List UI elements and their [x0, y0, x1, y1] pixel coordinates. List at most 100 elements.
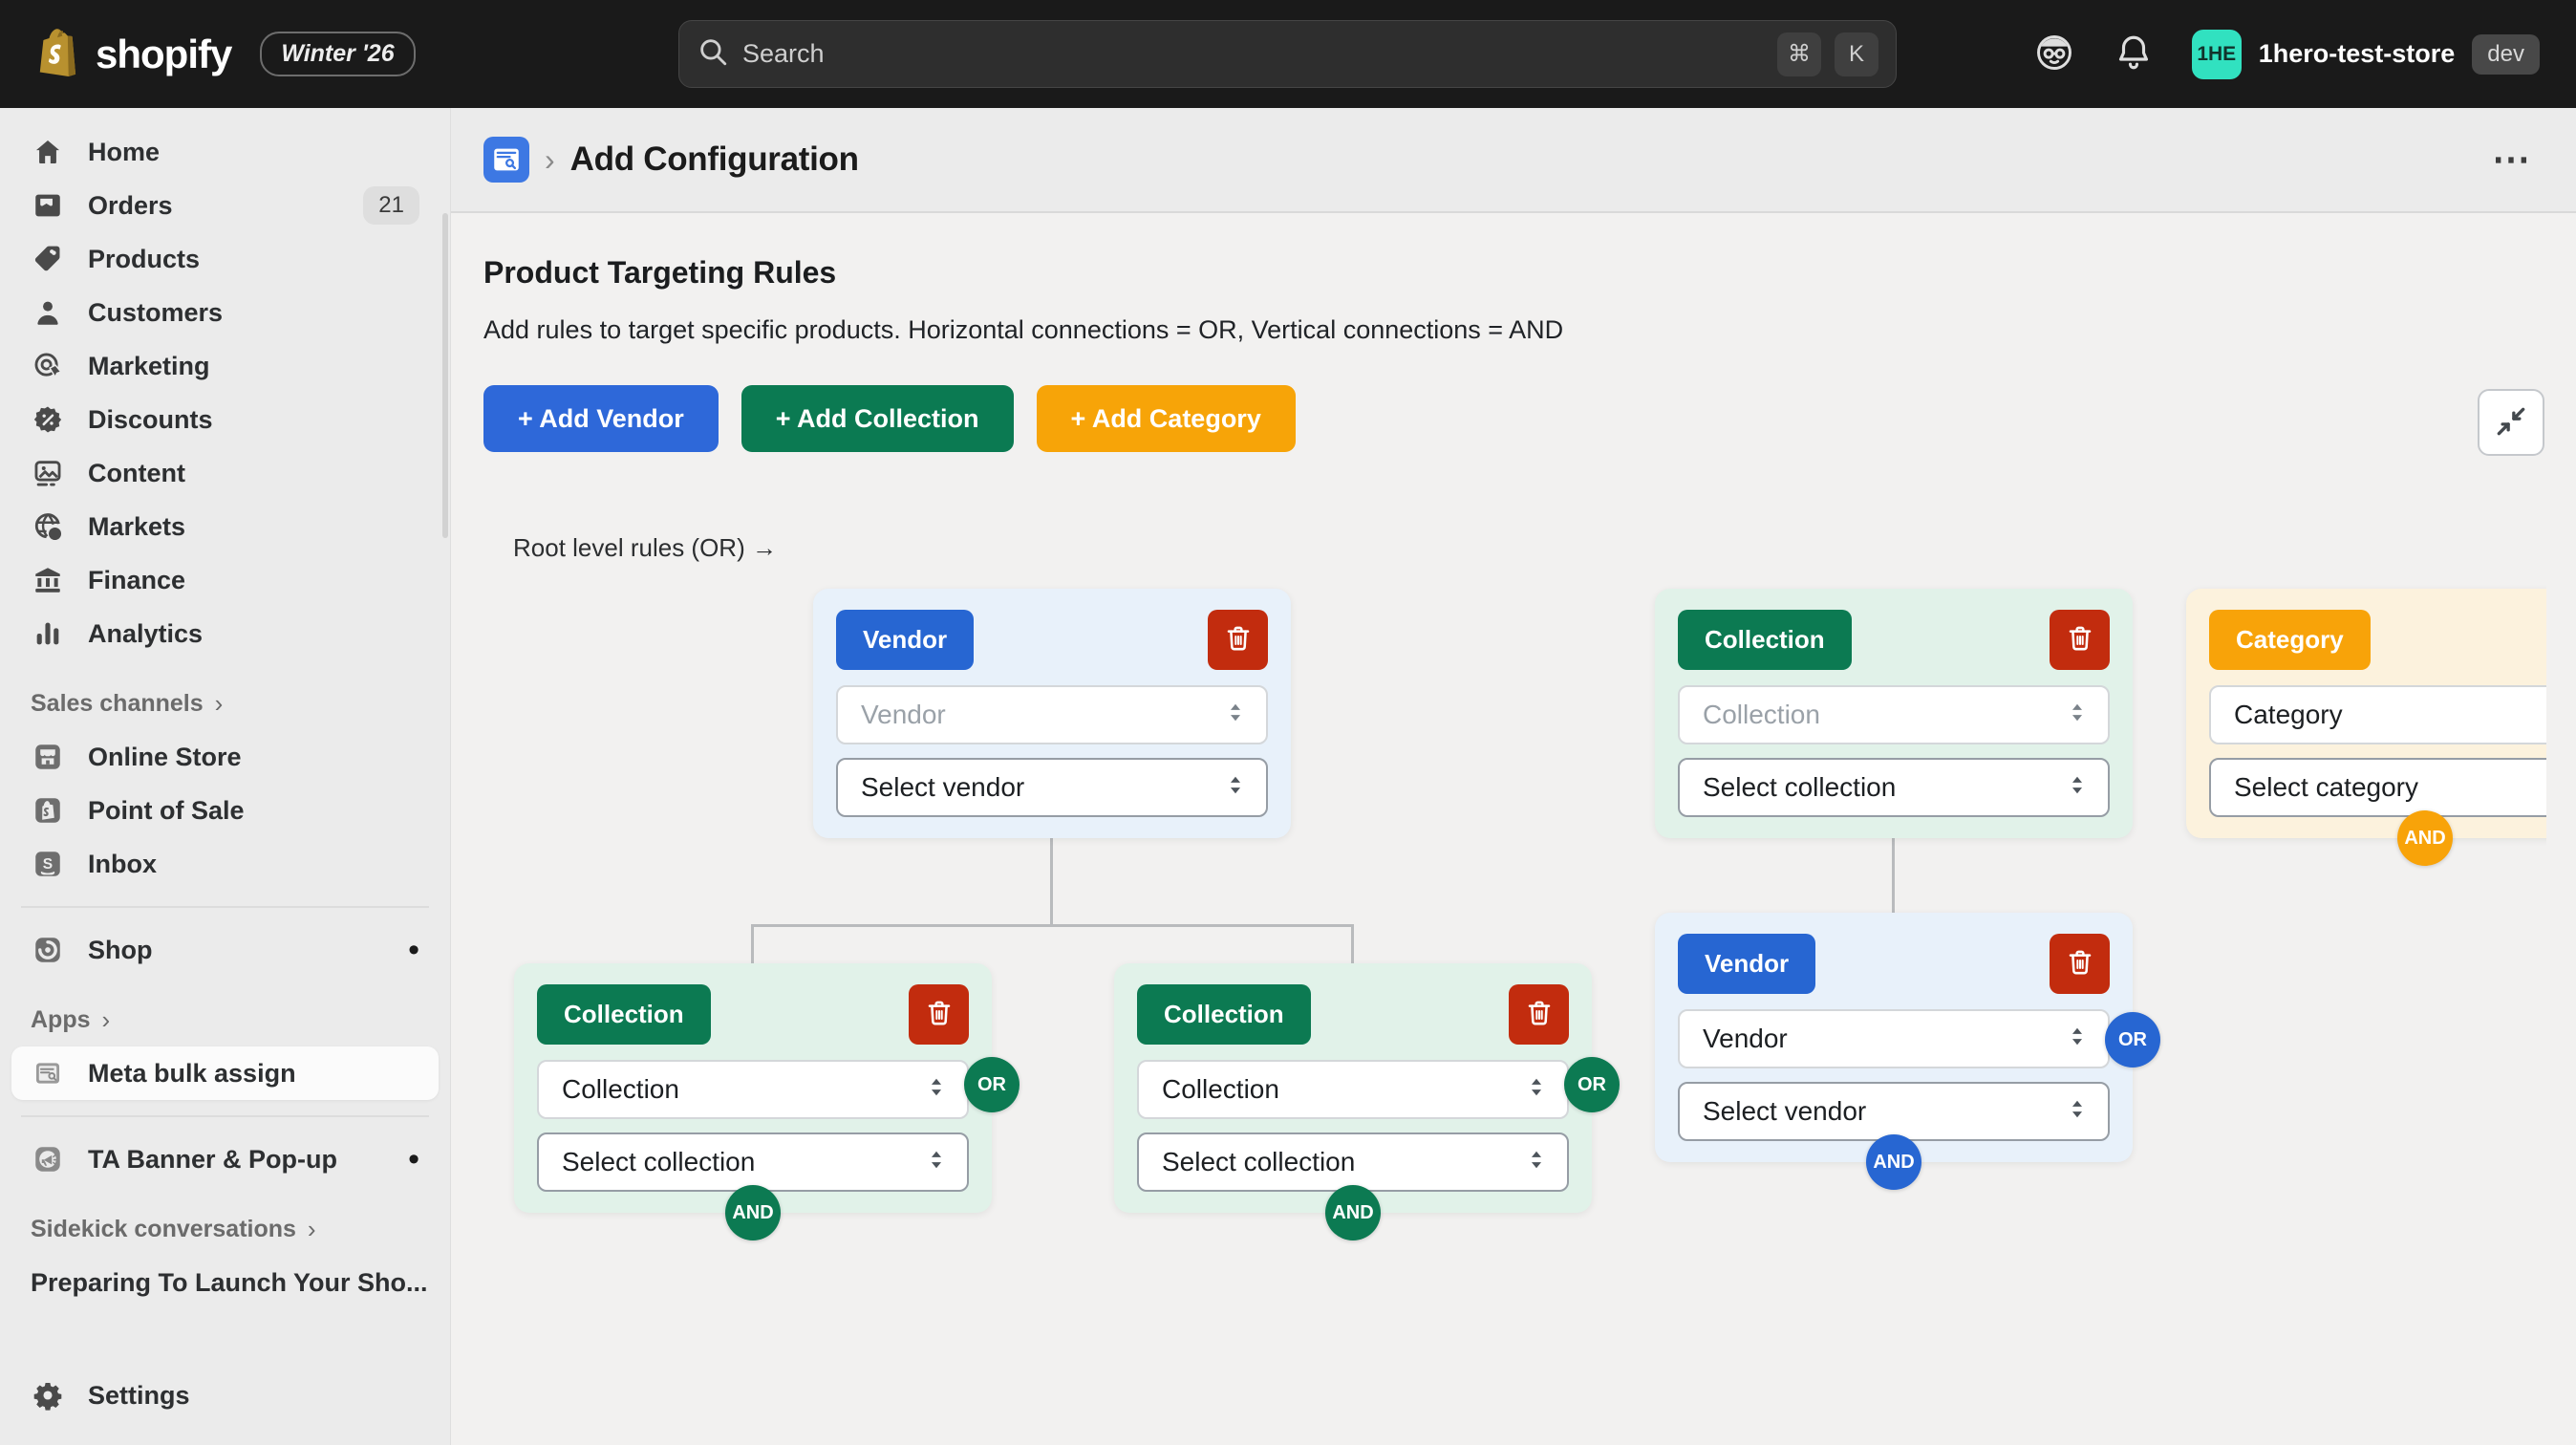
search-input[interactable]: Search ⌘ K [678, 20, 1897, 88]
breadcrumb-chevron: › [545, 142, 555, 178]
chevron-right-icon: › [215, 689, 224, 719]
rule-value-select[interactable]: Select collection [1678, 758, 2110, 817]
rule-field-select[interactable]: Vendor [1678, 1009, 2110, 1068]
orders-icon [31, 189, 65, 222]
trash-icon [924, 998, 955, 1031]
sidebar-item-home[interactable]: Home [11, 125, 439, 179]
rule-value-select[interactable]: Select vendor [1678, 1082, 2110, 1141]
store-menu[interactable]: 1HE 1hero-test-store dev [2192, 30, 2540, 79]
sidebar-scrollbar[interactable] [442, 213, 448, 538]
home-icon [31, 136, 65, 168]
sidebar-item-settings[interactable]: Settings [11, 1369, 439, 1422]
bar-chart-icon [31, 617, 65, 650]
delete-rule-button[interactable] [1208, 610, 1268, 670]
rule-field-select[interactable]: Collection [1137, 1060, 1569, 1119]
meta-bulk-assign-app-icon [31, 1057, 65, 1089]
sidebar-item-online-store[interactable]: Online Store [11, 730, 439, 784]
rule-type-badge: Vendor [1678, 934, 1815, 994]
bell-icon [2114, 32, 2154, 75]
rule-field-select[interactable]: Collection [537, 1060, 969, 1119]
notifications-button[interactable] [2114, 32, 2154, 75]
connector-line [1050, 838, 1053, 925]
or-connector-badge: OR [964, 1057, 1020, 1112]
connector-line [1892, 838, 1895, 916]
rule-card-collection: Collection Collection Select collection [1114, 963, 1592, 1213]
rule-value-select[interactable]: Select vendor [836, 758, 1268, 817]
sidebar-item-content[interactable]: Content [11, 446, 439, 500]
delete-rule-button[interactable] [1509, 984, 1569, 1045]
sidebar-item-inbox[interactable]: S Inbox [11, 837, 439, 891]
sidebar-item-point-of-sale[interactable]: Point of Sale [11, 784, 439, 837]
rule-field-select[interactable]: Vendor [836, 685, 1268, 744]
sidebar-item-customers[interactable]: Customers [11, 286, 439, 339]
discount-icon [31, 403, 65, 436]
rule-card-vendor: Vendor Vendor Select vendor [1655, 913, 2133, 1162]
apps-header[interactable]: Apps › [11, 1005, 439, 1035]
rule-value-select[interactable]: Select collection [537, 1132, 969, 1192]
select-chevrons-icon [1523, 1147, 1550, 1178]
shopify-wordmark: shopify [96, 32, 231, 77]
chevron-right-icon: › [102, 1005, 111, 1035]
select-chevrons-icon [1222, 700, 1249, 731]
select-chevrons-icon [1523, 1074, 1550, 1106]
sidebar-item-ta-banner[interactable]: TA Banner & Pop-up • [11, 1132, 439, 1186]
sidebar-item-meta-bulk-assign[interactable]: Meta bulk assign [11, 1046, 439, 1100]
or-connector-badge: OR [1564, 1057, 1620, 1112]
sidebar-item-orders[interactable]: Orders 21 [11, 179, 439, 232]
content-area: Product Targeting Rules Add rules to tar… [451, 213, 2576, 1445]
svg-text:S: S [43, 856, 53, 873]
store-avatar: 1HE [2192, 30, 2242, 79]
rule-value-select[interactable]: Select collection [1137, 1132, 1569, 1192]
and-connector-badge: AND [1866, 1134, 1921, 1190]
rule-card-collection: Collection Collection Select collection [514, 963, 992, 1213]
rule-type-badge: Category [2209, 610, 2371, 670]
connector-line [751, 924, 754, 966]
rule-field-select[interactable]: Collection [1678, 685, 2110, 744]
store-name: 1hero-test-store [2259, 39, 2456, 69]
sidebar-item-analytics[interactable]: Analytics [11, 607, 439, 660]
sidekick-conversations-header[interactable]: Sidekick conversations › [11, 1215, 439, 1244]
sidebar-item-finance[interactable]: Finance [11, 553, 439, 607]
tag-icon [31, 243, 65, 275]
delete-rule-button[interactable] [2050, 610, 2110, 670]
chevron-right-icon: › [308, 1215, 316, 1244]
cmd-key-badge: ⌘ [1777, 32, 1821, 76]
person-icon [31, 296, 65, 329]
sidebar-item-shop[interactable]: Shop • [11, 923, 439, 977]
rule-field-select[interactable]: Category [2209, 685, 2546, 744]
rule-card-collection: Collection Collection Select collection [1655, 589, 2133, 838]
search-icon [697, 35, 729, 73]
and-connector-badge: AND [1325, 1185, 1381, 1240]
delete-rule-button[interactable] [2050, 934, 2110, 994]
delete-rule-button[interactable] [909, 984, 969, 1045]
topbar: shopify Winter '26 Search ⌘ K [0, 0, 2576, 108]
select-chevrons-icon [2064, 1096, 2091, 1128]
sidekick-button[interactable] [2033, 32, 2075, 76]
sidebar-item-markets[interactable]: $ Markets [11, 500, 439, 553]
more-actions-button[interactable]: ⋯ [2492, 150, 2534, 169]
and-connector-badge: AND [2397, 810, 2453, 866]
or-connector-badge: OR [2105, 1012, 2160, 1068]
sales-channels-header[interactable]: Sales channels › [11, 689, 439, 719]
connector-line [1351, 924, 1354, 966]
page-title: Add Configuration [570, 140, 859, 179]
sidebar-item-marketing[interactable]: Marketing [11, 339, 439, 393]
search-placeholder: Search [742, 39, 1764, 69]
select-chevrons-icon [2064, 772, 2091, 804]
sidekick-conversation-item[interactable]: Preparing To Launch Your Sho... [11, 1256, 439, 1309]
rule-value-select[interactable]: Select category [2209, 758, 2546, 817]
rule-type-badge: Vendor [836, 610, 974, 670]
globe-dollar-icon: $ [31, 510, 65, 543]
meta-bulk-assign-app-icon[interactable] [483, 137, 529, 183]
trash-icon [1223, 623, 1254, 657]
trash-icon [1524, 998, 1555, 1031]
sidebar-divider [21, 906, 429, 908]
page-header: › Add Configuration ⋯ [451, 108, 2576, 213]
shopify-logo[interactable]: shopify Winter '26 [36, 27, 416, 81]
sidebar-item-products[interactable]: Products [11, 232, 439, 286]
select-chevrons-icon [923, 1147, 950, 1178]
trash-icon [2065, 623, 2095, 657]
sidebar-item-discounts[interactable]: Discounts [11, 393, 439, 446]
env-badge: dev [2472, 34, 2540, 75]
rule-card-vendor: Vendor Vendor Select vendor [813, 589, 1291, 838]
